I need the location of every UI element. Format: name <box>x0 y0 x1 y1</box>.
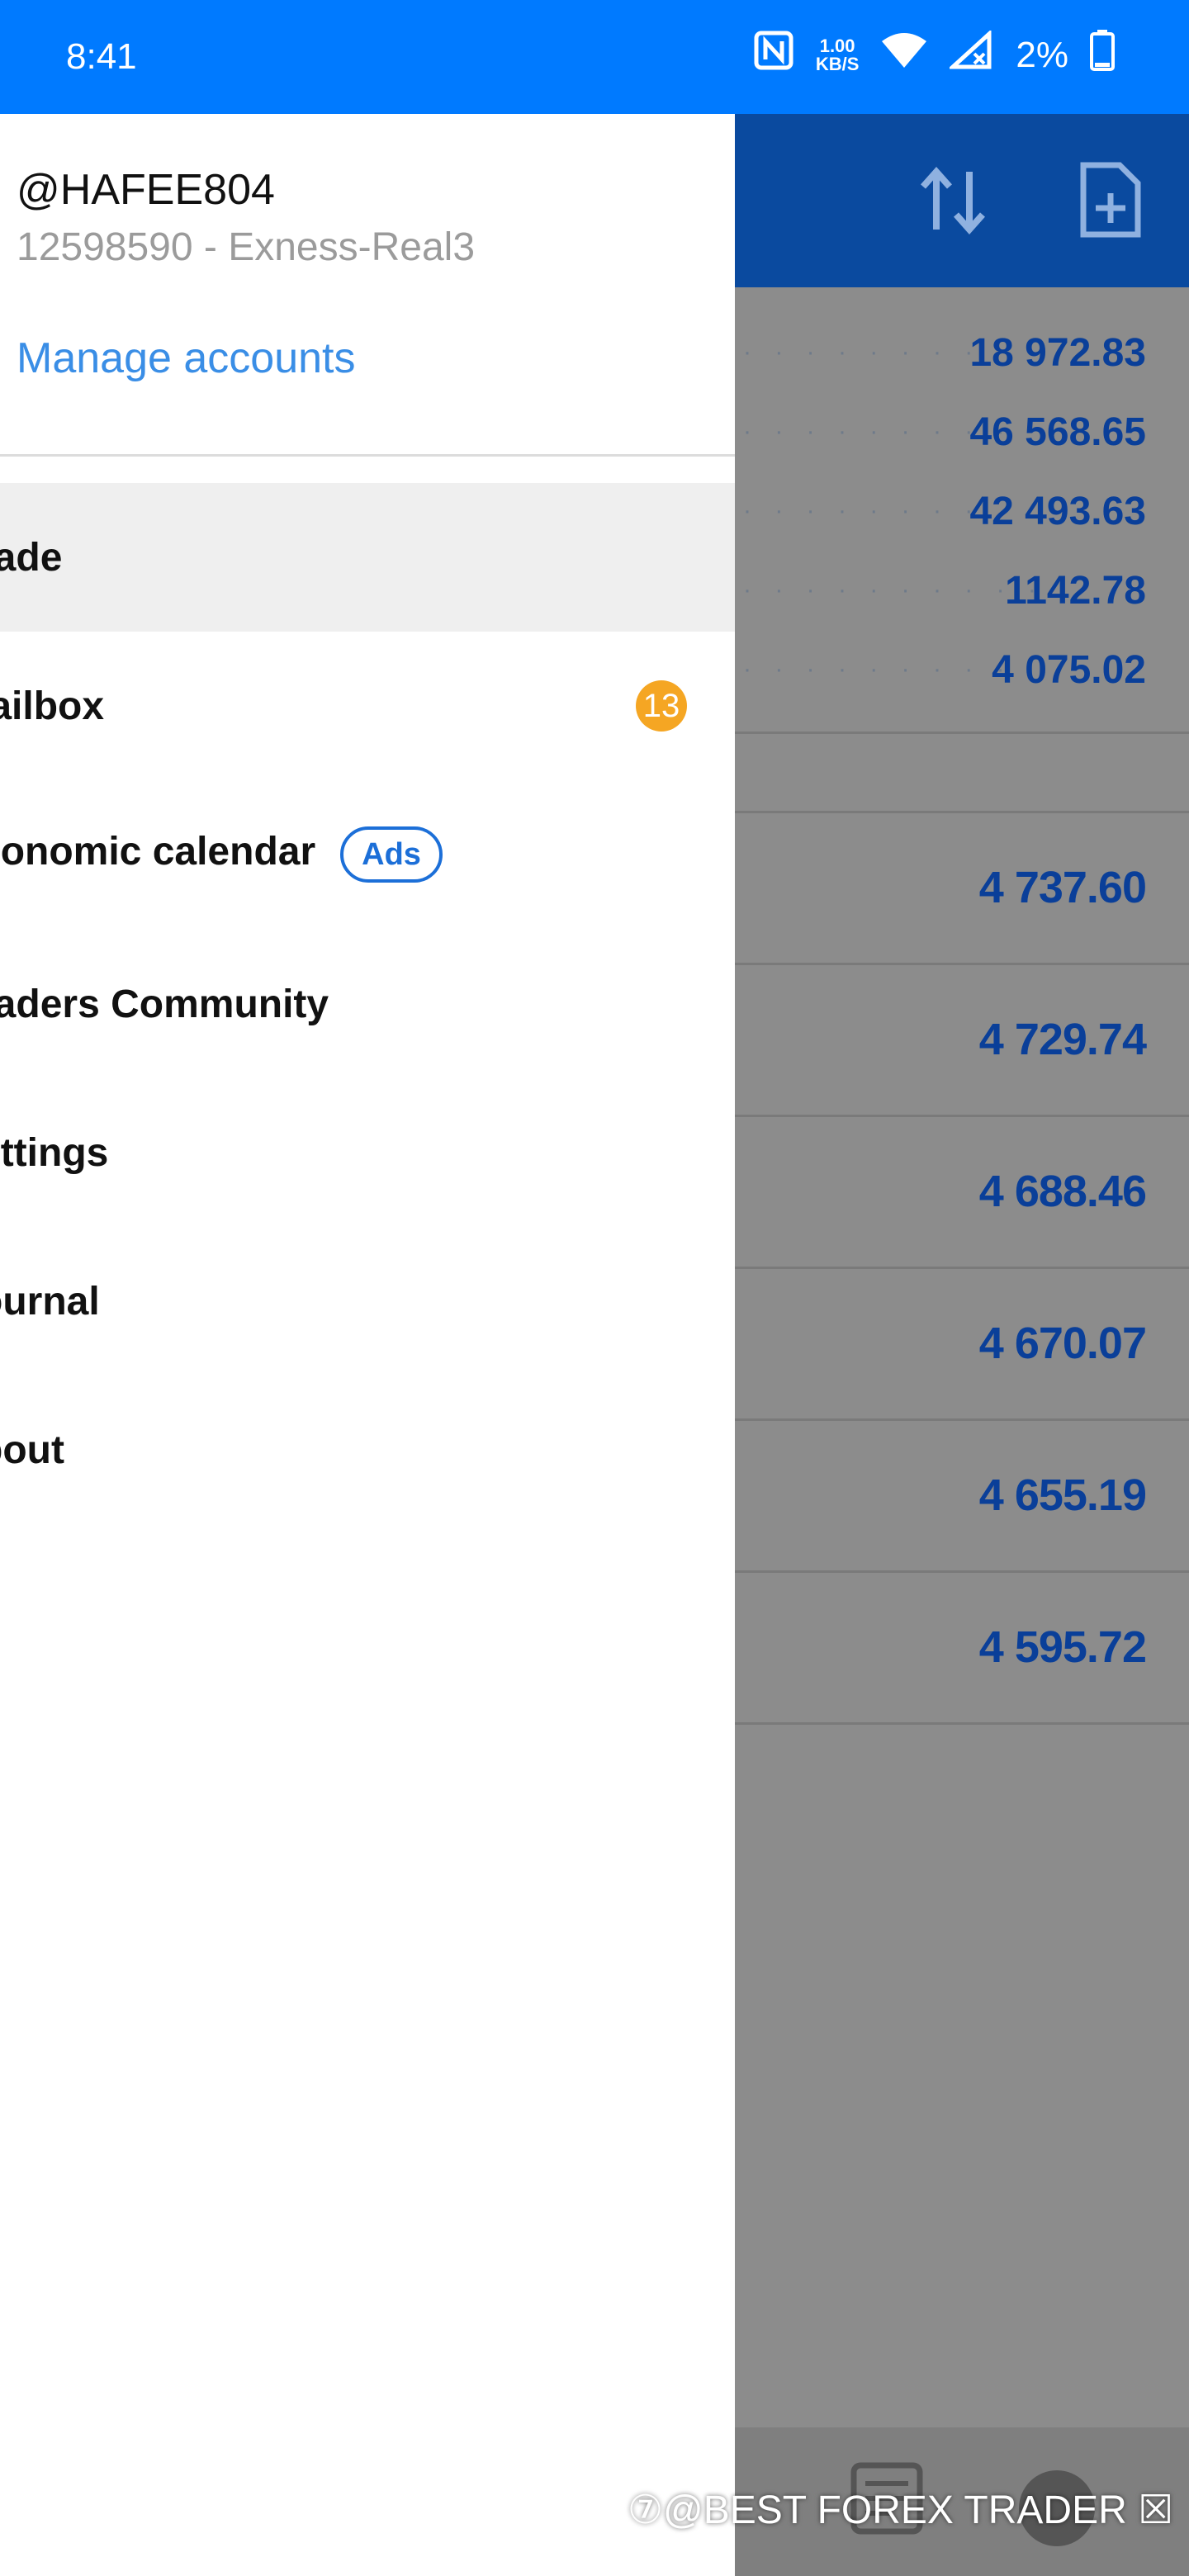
account-number: 12598590 - Exness-Real3 <box>17 225 476 269</box>
price-value: 4 595.72 <box>978 1622 1147 1672</box>
row-divider <box>735 963 1189 965</box>
row-divider <box>735 1722 1189 1725</box>
quote-value: 46 568.65 <box>969 410 1146 454</box>
price-value: 4 655.19 <box>978 1470 1147 1520</box>
menu-item-mailbox[interactable]: lailbox 13 <box>0 632 735 780</box>
background-toolbar <box>735 114 1189 287</box>
mailbox-count-badge: 13 <box>636 680 687 732</box>
menu-item-label: ettings <box>0 1130 109 1175</box>
row-divider <box>735 1570 1189 1573</box>
wifi-icon <box>880 31 928 78</box>
quote-dots: · · · · · · · · · · <box>743 576 1045 604</box>
row-divider <box>735 732 1189 734</box>
navigation-drawer: @HAFEE804 12598590 - Exness-Real3 Manage… <box>0 114 735 2576</box>
menu-item-traders-community[interactable]: raders Community <box>0 930 735 1078</box>
quote-dots: · · · · · · · · · <box>743 656 1013 683</box>
menu-item-label: bout <box>0 1428 64 1472</box>
ads-badge: Ads <box>340 826 443 883</box>
nfc-icon <box>753 30 794 80</box>
sort-icon[interactable] <box>915 163 991 242</box>
menu-item-label: lailbox <box>0 684 105 728</box>
network-speed: 1.00 KB/S <box>815 35 860 74</box>
quote-dots: · · · · · · · · <box>743 497 982 524</box>
manage-accounts-link[interactable]: Manage accounts <box>17 334 356 383</box>
quote-value: 42 493.63 <box>969 490 1146 533</box>
quote-value: 18 972.83 <box>969 331 1146 375</box>
price-value: 4 688.46 <box>978 1167 1147 1216</box>
menu-item-trade[interactable]: rade <box>0 483 735 632</box>
menu-item-label: conomic calendar Ads <box>0 826 443 883</box>
price-value: 4 729.74 <box>978 1015 1147 1064</box>
battery-icon <box>1090 30 1115 80</box>
row-divider <box>735 1418 1189 1421</box>
watermark: ⑦@BEST FOREX TRADER ☒ <box>628 2488 1174 2532</box>
quote-dots: · · · · · · · · <box>743 339 982 366</box>
row-divider <box>735 1115 1189 1117</box>
status-icons: 1.00 KB/S 2% <box>753 29 1115 80</box>
menu-item-label: ournal <box>0 1279 100 1324</box>
row-divider <box>735 1267 1189 1269</box>
menu-item-settings[interactable]: ettings <box>0 1078 735 1227</box>
drawer-divider <box>0 454 735 457</box>
new-order-icon[interactable] <box>1078 160 1143 244</box>
menu-item-economic-calendar[interactable]: conomic calendar Ads <box>0 780 735 929</box>
menu-item-label: raders Community <box>0 982 329 1026</box>
price-value: 4 670.07 <box>978 1319 1147 1368</box>
account-name: @HAFEE804 <box>17 166 275 214</box>
menu-item-journal[interactable]: ournal <box>0 1227 735 1376</box>
menu-item-about[interactable]: bout <box>0 1376 735 1524</box>
status-time: 8:41 <box>66 36 137 77</box>
menu-item-label: rade <box>0 535 63 580</box>
row-divider <box>735 811 1189 813</box>
battery-text: 2% <box>1016 34 1068 75</box>
quote-value: 1142.78 <box>1005 569 1146 613</box>
signal-icon <box>947 29 994 79</box>
quote-value: 4 075.02 <box>992 648 1146 692</box>
status-bar: 8:41 1.00 KB/S 2% <box>0 0 1189 114</box>
price-value: 4 737.60 <box>978 863 1147 912</box>
